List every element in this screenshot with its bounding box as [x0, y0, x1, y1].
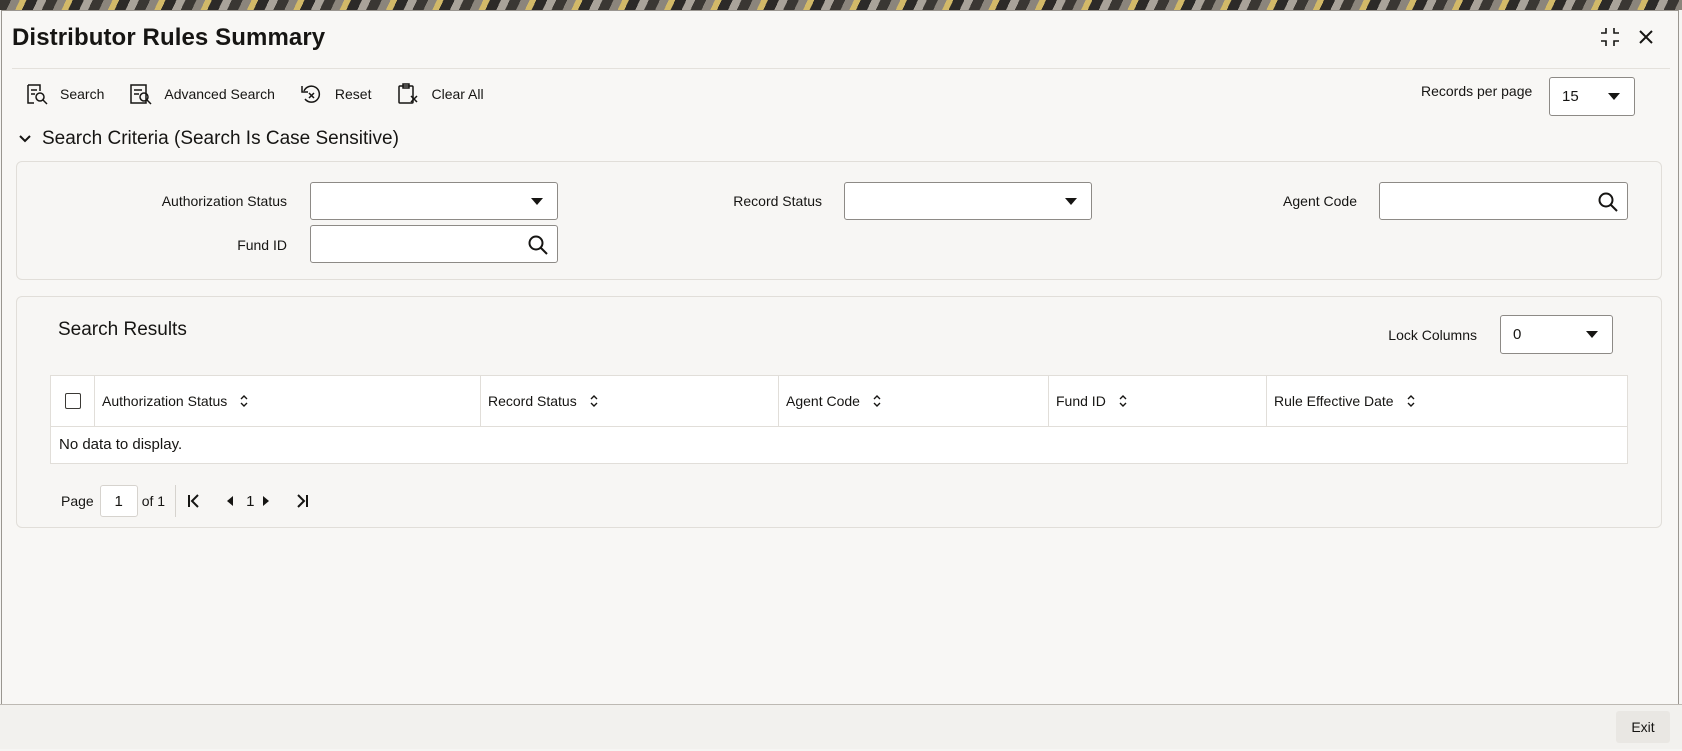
reset-label: Reset	[334, 86, 372, 102]
page-count-label: of 1	[141, 493, 166, 509]
column-header-rule-effective-date[interactable]: Rule Effective Date	[1274, 376, 1416, 426]
reset-icon	[301, 85, 320, 103]
page-title: Distributor Rules Summary	[12, 24, 326, 51]
first-page-button[interactable]	[186, 493, 202, 509]
lock-columns-value: 0	[1513, 326, 1522, 343]
sort-icon[interactable]	[1118, 394, 1128, 408]
title-divider	[12, 68, 1670, 69]
toolbar: Search Advanced Search Reset Clear All	[24, 82, 508, 106]
magnifier-icon[interactable]	[1597, 191, 1619, 213]
last-page-button[interactable]	[294, 493, 310, 509]
maximize-icon	[1601, 28, 1619, 46]
close-button[interactable]	[1633, 24, 1659, 50]
exit-label: Exit	[1631, 719, 1655, 735]
close-icon	[1639, 30, 1653, 44]
results-table: Authorization Status Record Status Agent…	[50, 375, 1628, 464]
next-page-icon	[263, 496, 270, 506]
advanced-search-icon	[130, 84, 152, 105]
column-divider	[1048, 376, 1049, 426]
search-button[interactable]: Search	[24, 82, 104, 106]
lock-columns-select[interactable]: 0	[1500, 315, 1613, 354]
chevron-down-icon	[19, 135, 31, 143]
column-divider	[480, 376, 481, 426]
search-criteria-toggle[interactable]: Search Criteria (Search Is Case Sensitiv…	[18, 128, 399, 150]
next-page-button[interactable]	[260, 494, 272, 508]
column-header-label: Fund ID	[1056, 393, 1106, 409]
caret-down-icon	[1586, 331, 1598, 338]
authorization-status-select[interactable]	[310, 182, 558, 220]
prev-page-icon	[227, 496, 234, 506]
authorization-status-label: Authorization Status	[161, 193, 287, 209]
caret-down-icon	[531, 197, 543, 205]
caret-down-icon	[1608, 93, 1620, 100]
column-header-record-status[interactable]: Record Status	[488, 376, 599, 426]
agent-code-input[interactable]	[1379, 182, 1628, 220]
search-label: Search	[60, 86, 105, 102]
column-divider	[1266, 376, 1267, 426]
column-header-agent-code[interactable]: Agent Code	[786, 376, 882, 426]
sort-icon[interactable]	[872, 394, 882, 408]
first-page-icon	[188, 494, 199, 508]
prev-page-button[interactable]	[224, 494, 236, 508]
footer-bar	[0, 705, 1682, 749]
advanced-search-button[interactable]: Advanced Search	[128, 82, 275, 106]
advanced-search-label: Advanced Search	[164, 86, 275, 102]
sort-icon[interactable]	[1406, 394, 1416, 408]
sort-icon[interactable]	[589, 394, 599, 408]
reset-button[interactable]: Reset	[299, 82, 372, 106]
column-header-label: Record Status	[488, 393, 577, 409]
search-criteria-title: Search Criteria (Search Is Case Sensitiv…	[42, 128, 399, 149]
maximize-button[interactable]	[1597, 24, 1623, 50]
page-number-input-value: 1	[114, 492, 123, 510]
select-all-checkbox[interactable]	[65, 393, 81, 409]
pager-divider	[175, 485, 177, 517]
exit-button[interactable]: Exit	[1616, 711, 1670, 743]
search-criteria-panel	[16, 161, 1662, 280]
pagination: Page 1 of 1 1	[61, 485, 310, 517]
lock-columns-label: Lock Columns	[1388, 327, 1477, 343]
fund-id-label: Fund ID	[237, 237, 287, 253]
records-per-page-label: Records per page	[1421, 83, 1533, 99]
column-header-label: Agent Code	[786, 393, 860, 409]
column-header-authorization-status[interactable]: Authorization Status	[102, 376, 249, 426]
records-per-page-value: 15	[1562, 88, 1579, 105]
fund-id-input[interactable]	[310, 225, 558, 263]
column-header-label: Rule Effective Date	[1274, 393, 1394, 409]
caret-down-icon	[1065, 197, 1077, 205]
magnifier-icon[interactable]	[527, 234, 549, 256]
empty-table-message: No data to display.	[59, 436, 183, 453]
clear-all-label: Clear All	[431, 86, 484, 102]
records-per-page-select[interactable]: 15	[1549, 77, 1635, 116]
clear-all-button[interactable]: Clear All	[395, 82, 484, 106]
page-number-link[interactable]: 1	[246, 493, 254, 510]
record-status-select[interactable]	[844, 182, 1092, 220]
clear-all-icon	[398, 83, 418, 104]
column-divider	[94, 376, 95, 426]
search-results-title: Search Results	[58, 319, 187, 340]
sort-icon[interactable]	[239, 394, 249, 408]
column-divider	[778, 376, 779, 426]
record-status-label: Record Status	[733, 193, 822, 209]
column-header-fund-id[interactable]: Fund ID	[1056, 376, 1128, 426]
column-header-label: Authorization Status	[102, 393, 228, 409]
header-banner	[0, 0, 1682, 10]
page-label: Page	[61, 493, 94, 509]
last-page-icon	[297, 494, 309, 508]
agent-code-label: Agent Code	[1283, 193, 1357, 209]
page-number-input[interactable]: 1	[99, 485, 138, 517]
table-header: Authorization Status Record Status Agent…	[51, 376, 1627, 427]
search-icon	[27, 84, 48, 105]
